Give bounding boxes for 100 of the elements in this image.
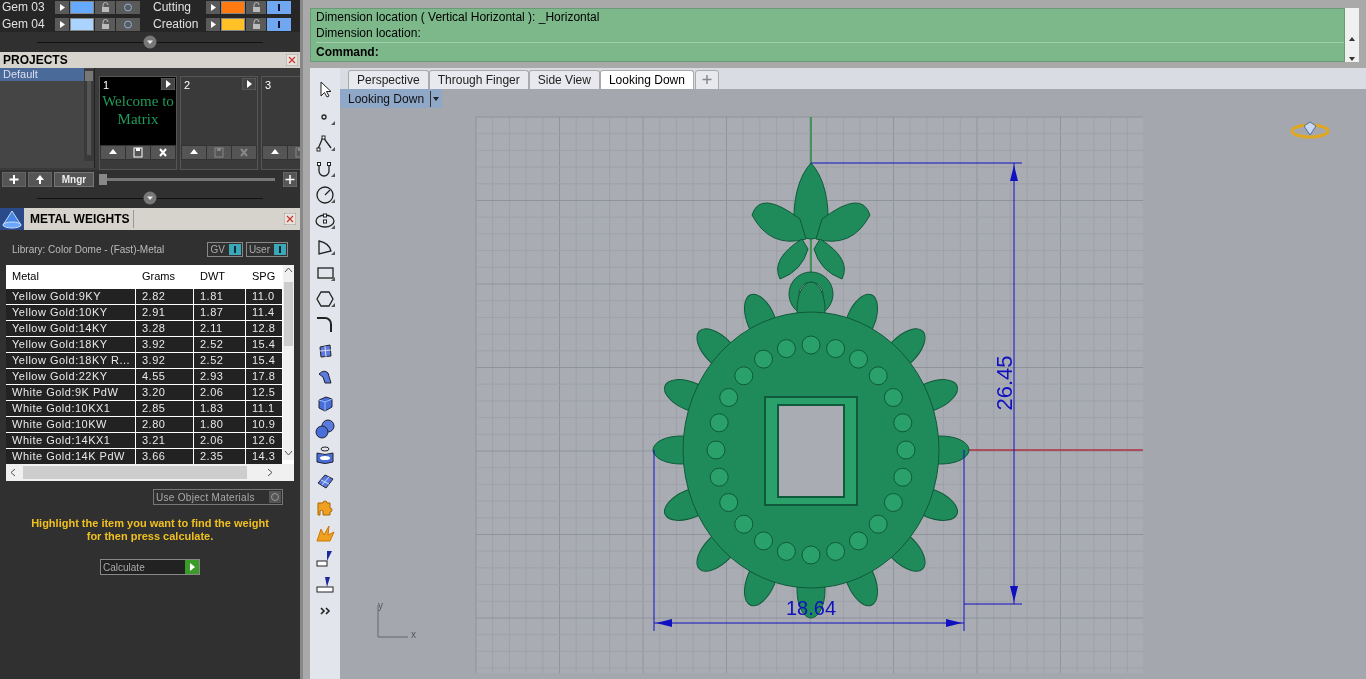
- table-cell: White Gold:9K PdW: [6, 385, 135, 400]
- play-button[interactable]: [206, 17, 220, 31]
- delete-button[interactable]: [151, 146, 175, 159]
- play-button[interactable]: [161, 78, 175, 90]
- checkbox[interactable]: Use Object Materials: [153, 489, 283, 505]
- thumbnail-text: Welcome to Matrix: [102, 92, 174, 128]
- box-icon[interactable]: [315, 393, 335, 413]
- table-cell: 15.4: [246, 337, 282, 352]
- color-swatch[interactable]: [221, 17, 245, 31]
- toggle-button[interactable]: GV: [207, 241, 243, 257]
- play-button[interactable]: [206, 0, 220, 14]
- axis-triad: [377, 604, 409, 638]
- table-cell: White Gold:14KX1: [6, 433, 135, 448]
- save-button[interactable]: [126, 146, 150, 159]
- play-button[interactable]: [55, 17, 69, 31]
- table-cell: White Gold:14K PdW: [6, 449, 135, 464]
- play-button[interactable]: [55, 0, 69, 14]
- table-cell: 3.66: [136, 449, 193, 464]
- table-cell: 11.0: [246, 289, 282, 304]
- slider-thumb[interactable]: [99, 173, 107, 185]
- cylinder-icon[interactable]: [315, 445, 335, 465]
- table-cell: 12.6: [246, 433, 282, 448]
- edit-tool-icon[interactable]: [315, 549, 335, 569]
- spheres-icon[interactable]: [315, 419, 335, 439]
- polygon-icon[interactable]: [315, 289, 335, 309]
- layer-name: Creation: [153, 17, 200, 31]
- table-cell: 3.21: [136, 433, 193, 448]
- circle-icon[interactable]: [315, 185, 335, 205]
- view-tab[interactable]: Looking Down: [599, 70, 694, 89]
- command-line: Dimension location:: [316, 25, 422, 41]
- scrollbar[interactable]: [84, 69, 94, 161]
- table-cell: 4.55: [136, 369, 193, 384]
- scrollbar[interactable]: [1345, 8, 1359, 62]
- table-cell: Yellow Gold:18KY R...: [6, 353, 135, 368]
- hint-text: Highlight the item you want to find the weight for then press calculate.: [30, 517, 270, 543]
- table-cell: 11.4: [246, 305, 282, 320]
- panel-title: METAL WEIGHTS: [30, 210, 134, 228]
- table-cell: 2.85: [136, 401, 193, 416]
- collapse-button[interactable]: [143, 191, 157, 205]
- lock-icon[interactable]: [95, 17, 115, 31]
- table-cell: 2.06: [194, 385, 245, 400]
- table-cell: Yellow Gold:22KY: [6, 369, 135, 384]
- play-button[interactable]: [242, 78, 256, 90]
- color-swatch[interactable]: [221, 0, 245, 14]
- add-button[interactable]: [283, 171, 297, 187]
- slot-number: 1: [103, 78, 110, 93]
- layer-name: Gem 03: [2, 0, 46, 14]
- table-cell: 2.93: [194, 369, 245, 384]
- scrollbar[interactable]: [6, 464, 294, 481]
- table-cell: 12.5: [246, 385, 282, 400]
- table-cell: 2.52: [194, 353, 245, 368]
- slot-number: 3: [265, 78, 272, 93]
- lock-icon[interactable]: [246, 0, 266, 14]
- curve-icon[interactable]: [315, 159, 335, 179]
- table-cell: 14.3: [246, 449, 282, 464]
- layer-name: Cutting: [153, 0, 193, 14]
- collapse-button[interactable]: [143, 35, 157, 49]
- visibility-toggle[interactable]: [267, 17, 291, 31]
- viewport-menu[interactable]: Looking Down: [340, 89, 443, 108]
- add-button[interactable]: [2, 171, 26, 187]
- toggle-button[interactable]: User: [245, 241, 288, 257]
- ring-icon[interactable]: [1290, 119, 1330, 141]
- command-prompt[interactable]: Command:: [316, 42, 379, 61]
- polyline-icon[interactable]: [315, 133, 335, 153]
- project-item[interactable]: Default: [0, 68, 84, 81]
- color-swatch[interactable]: [70, 0, 94, 14]
- color-swatch[interactable]: [70, 17, 94, 31]
- table-cell: 1.87: [194, 305, 245, 320]
- ellipse-icon[interactable]: [315, 211, 335, 231]
- view-tab[interactable]: Perspective: [348, 70, 429, 89]
- circle-toggle[interactable]: [116, 17, 140, 31]
- view-tab[interactable]: Through Finger: [428, 70, 529, 89]
- fillet-icon[interactable]: [315, 315, 335, 335]
- calculate-button[interactable]: Calculate: [100, 559, 200, 575]
- edit-tool-icon[interactable]: [315, 575, 335, 595]
- table-cell: 3.20: [136, 385, 193, 400]
- up-button[interactable]: [101, 146, 125, 159]
- table-cell: 1.83: [194, 401, 245, 416]
- table-cell: 2.06: [194, 433, 245, 448]
- table-cell: White Gold:10KX1: [6, 401, 135, 416]
- lock-icon[interactable]: [95, 0, 115, 14]
- table-cell: 2.35: [194, 449, 245, 464]
- close-button[interactable]: [284, 213, 296, 225]
- burst-icon[interactable]: [315, 523, 335, 543]
- table-cell: 15.4: [246, 353, 282, 368]
- up-button[interactable]: [182, 146, 206, 159]
- circle-toggle[interactable]: [116, 0, 140, 14]
- close-button[interactable]: [286, 54, 298, 66]
- table-cell: Yellow Gold:10KY: [6, 305, 135, 320]
- scrollbar[interactable]: [283, 265, 294, 460]
- arc-icon[interactable]: [315, 237, 335, 257]
- view-tab[interactable]: Side View: [528, 70, 600, 89]
- manager-button[interactable]: Mngr: [54, 171, 94, 187]
- visibility-toggle[interactable]: [267, 0, 291, 14]
- table-cell: 2.11: [194, 321, 245, 336]
- table-cell: 3.28: [136, 321, 193, 336]
- lock-icon[interactable]: [246, 17, 266, 31]
- caret-icon: [430, 90, 441, 107]
- puzzle-icon[interactable]: [315, 497, 335, 517]
- up-button[interactable]: [28, 171, 52, 187]
